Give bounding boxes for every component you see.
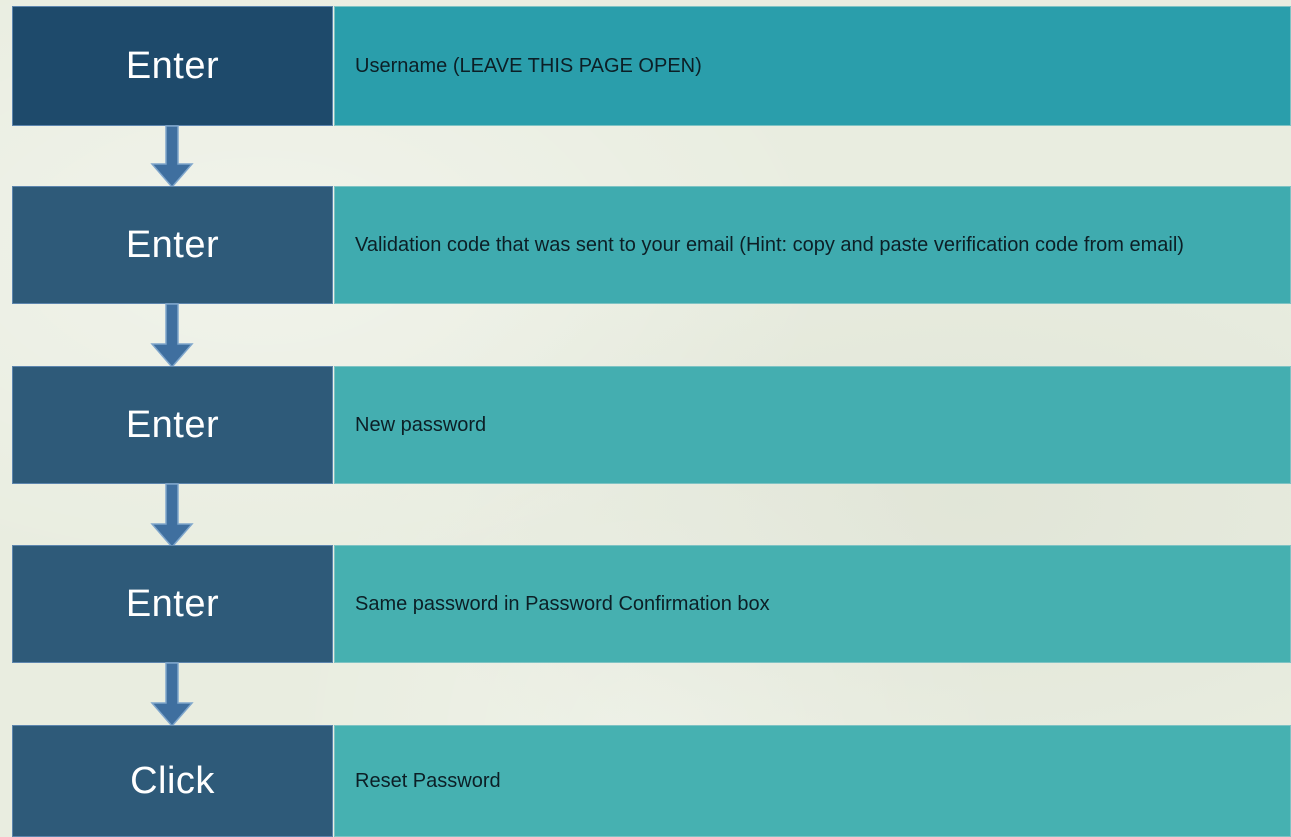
step-4-description: Same password in Password Confirmation b… [355, 592, 770, 615]
step-1-action-label: Enter [125, 44, 220, 87]
step-4-description-box: Same password in Password Confirmation b… [334, 545, 1291, 663]
down-arrow-3 [150, 483, 194, 549]
step-1-action-box: Enter [12, 6, 333, 126]
step-3-description-box: New password [334, 366, 1291, 484]
down-arrow-2 [150, 303, 194, 369]
step-3-action-label: Enter [125, 403, 220, 446]
step-5-action-label: Click [130, 759, 215, 802]
step-1-description: Username (LEAVE THIS PAGE OPEN) [355, 54, 702, 77]
process-flow-diagram: Enter Username (LEAVE THIS PAGE OPEN) En… [0, 0, 1291, 837]
step-4-action-box: Enter [12, 545, 333, 663]
step-5-description-box: Reset Password [334, 725, 1291, 837]
step-2-action-label: Enter [125, 223, 220, 266]
step-2-description-box: Validation code that was sent to your em… [334, 186, 1291, 304]
down-arrow-4 [150, 662, 194, 728]
down-arrow-1 [150, 125, 194, 189]
step-2-description: Validation code that was sent to your em… [355, 233, 1184, 256]
step-4-action-label: Enter [125, 582, 220, 625]
step-3-action-box: Enter [12, 366, 333, 484]
step-5-description: Reset Password [355, 769, 501, 792]
step-2-action-box: Enter [12, 186, 333, 304]
step-1-description-box: Username (LEAVE THIS PAGE OPEN) [334, 6, 1291, 126]
step-3-description: New password [355, 413, 487, 436]
step-5-action-box: Click [12, 725, 333, 837]
